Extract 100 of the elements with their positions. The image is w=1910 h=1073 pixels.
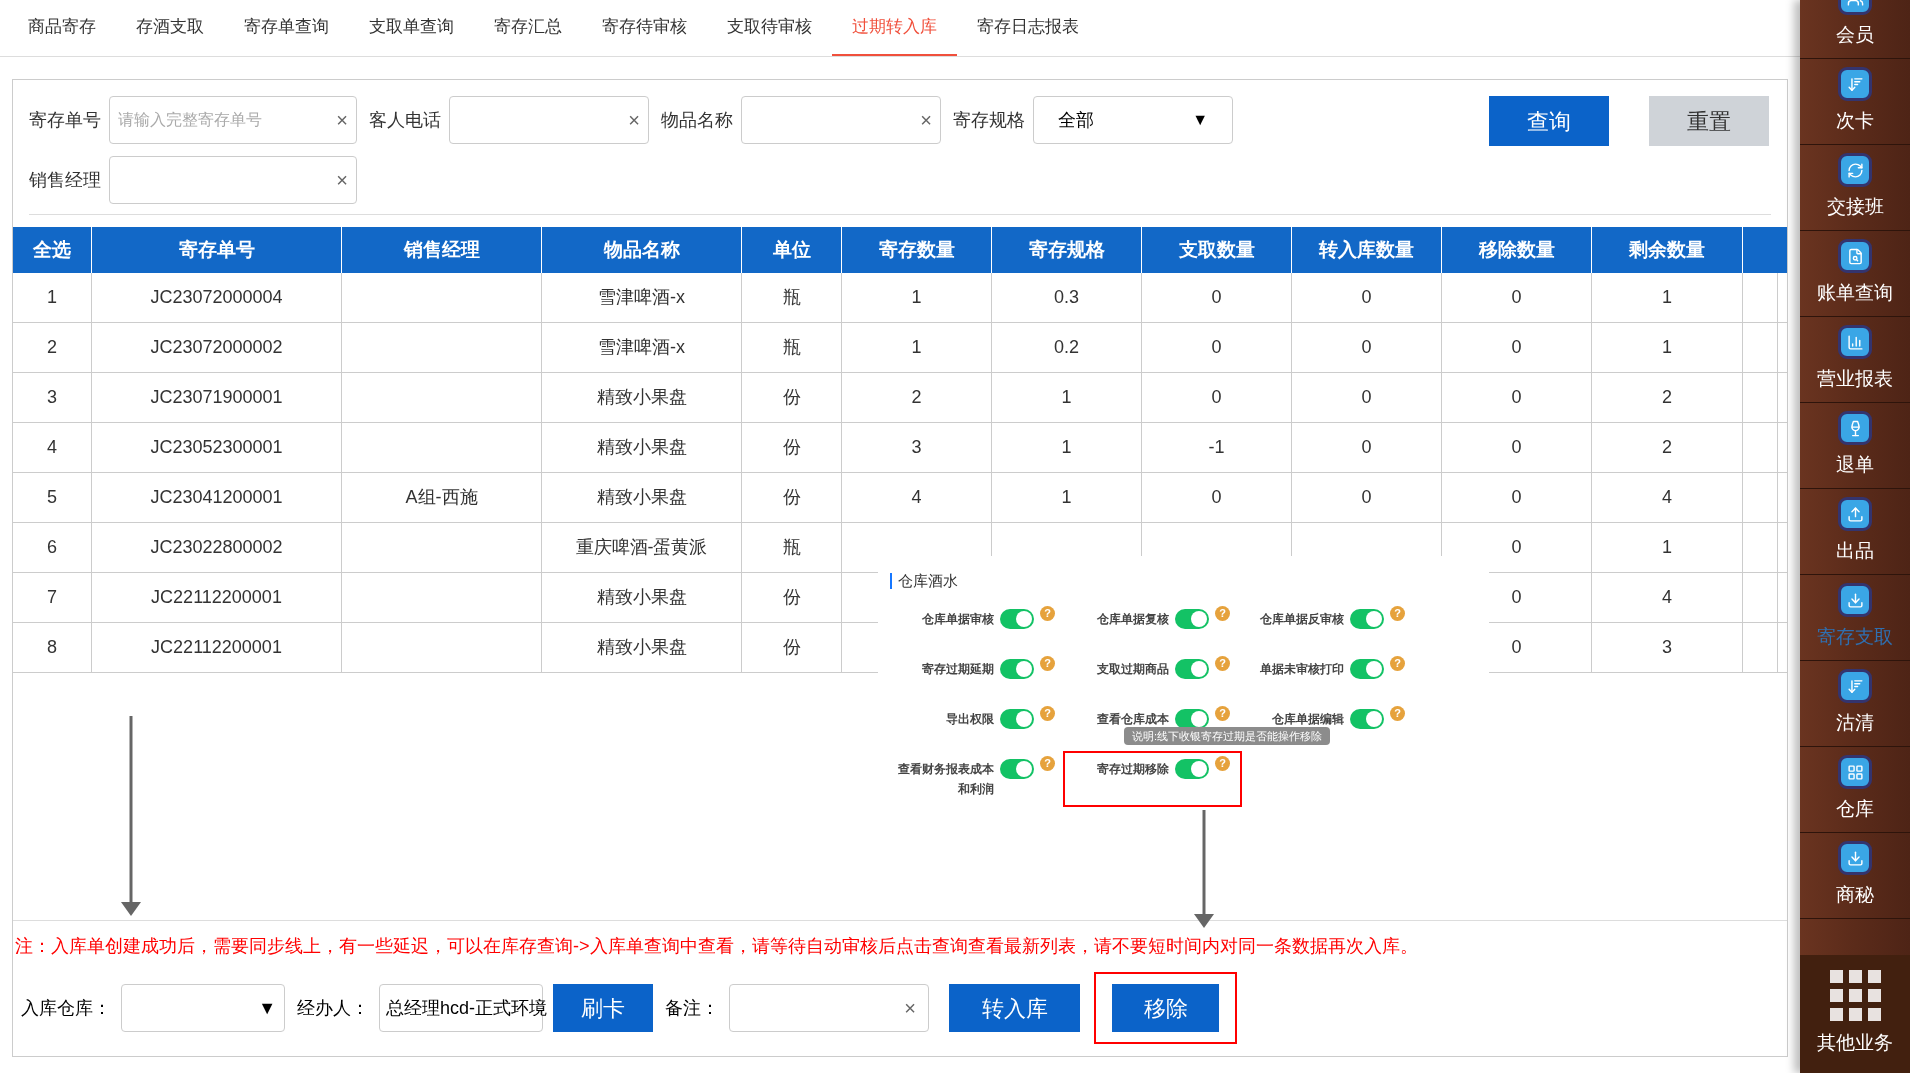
toggle-switch[interactable] xyxy=(1350,608,1384,629)
table-cell-text: 0.2 xyxy=(1054,336,1079,359)
column-header[interactable]: 全选 xyxy=(33,235,71,265)
setting-label: 寄存过期延期 xyxy=(921,660,994,678)
table-cell-text: 0 xyxy=(1511,436,1522,459)
table-cell-text: 4 xyxy=(1662,586,1672,609)
table-cell-text: 份 xyxy=(782,436,801,459)
tab[interactable]: 支取单查询 xyxy=(349,0,474,56)
sidebar-item[interactable]: 次卡 xyxy=(1800,59,1910,145)
sidebar-item[interactable]: 交接班 xyxy=(1800,145,1910,231)
table-cell-text: 0 xyxy=(1511,536,1522,559)
toggle-switch[interactable] xyxy=(1350,708,1384,729)
table-cell-text: 瓶 xyxy=(782,536,801,559)
field-label: 寄存单号 xyxy=(29,108,101,132)
reset-button[interactable]: 重置 xyxy=(1649,96,1769,146)
toggle-switch[interactable] xyxy=(1175,758,1209,779)
column-header: 物品名称 xyxy=(603,237,680,262)
setting-label: 单据未审核打印 xyxy=(1259,660,1344,678)
table-cell-text: 1 xyxy=(1061,436,1072,459)
toggle-switch[interactable] xyxy=(1175,658,1209,679)
input-field[interactable]: × xyxy=(449,96,649,144)
table-cell-text: 2 xyxy=(1662,436,1672,459)
field-label: 客人电话 xyxy=(369,108,441,132)
table-cell-text: 2 xyxy=(1662,386,1672,409)
setting-label: 导出权限 xyxy=(945,710,994,728)
select-field[interactable]: ▼ xyxy=(121,984,285,1032)
table-cell-text: 3 xyxy=(47,386,57,409)
sidebar-icon xyxy=(1838,755,1872,790)
toggle-switch[interactable] xyxy=(1175,708,1209,729)
table-cell-text: 1 xyxy=(1662,536,1672,559)
field-label: 备注： xyxy=(665,996,719,1020)
column-header: 单位 xyxy=(772,237,811,262)
field-label: 销售经理 xyxy=(29,168,101,192)
table-cell-text: 0 xyxy=(1361,386,1372,409)
table-cell-text: 雪津啤酒-x xyxy=(598,336,685,359)
table-cell-text: 3 xyxy=(911,436,922,459)
sidebar-item[interactable]: 退单 xyxy=(1800,403,1910,489)
sidebar-item[interactable]: 商秘 xyxy=(1800,833,1910,919)
table-cell-text: 1 xyxy=(1662,336,1672,359)
setting-label: 仓库单据复核 xyxy=(1096,610,1169,628)
input-field[interactable]: × xyxy=(729,984,929,1032)
tab[interactable]: 过期转入库 xyxy=(832,0,957,56)
sidebar-item[interactable]: 沽清 xyxy=(1800,661,1910,747)
table-cell-text: 6 xyxy=(47,536,57,559)
tab[interactable]: 支取待审核 xyxy=(707,0,832,56)
sidebar-item[interactable]: 账单查询 xyxy=(1800,231,1910,317)
sidebar-item[interactable]: 营业报表 xyxy=(1800,317,1910,403)
sidebar-item[interactable]: 仓库 xyxy=(1800,747,1910,833)
toggle-switch[interactable] xyxy=(1175,608,1209,629)
table-cell-text: JC23071900001 xyxy=(150,386,283,409)
tab[interactable]: 存酒支取 xyxy=(116,0,224,56)
toggle-switch[interactable] xyxy=(1000,758,1034,779)
tab[interactable]: 寄存日志报表 xyxy=(957,0,1099,56)
input-field[interactable]: 请输入完整寄存单号 × xyxy=(109,96,357,144)
tab[interactable]: 寄存待审核 xyxy=(582,0,707,56)
transfer-button[interactable]: 转入库 xyxy=(949,984,1080,1032)
table-cell-text: 0 xyxy=(1511,336,1522,359)
remove-button[interactable]: 移除 xyxy=(1112,984,1219,1032)
table-cell-text: 雪津啤酒-x xyxy=(598,286,685,309)
field-label: 入库仓库： xyxy=(21,996,111,1020)
toggle-switch[interactable] xyxy=(1000,608,1034,629)
table-cell-text: 份 xyxy=(782,386,801,409)
column-header: 销售经理 xyxy=(403,237,480,262)
input-field[interactable]: × xyxy=(109,156,357,204)
table-cell-text: 精致小果盘 xyxy=(596,386,687,409)
tab[interactable]: 寄存汇总 xyxy=(474,0,582,56)
swipe-card-button[interactable]: 刷卡 xyxy=(553,984,653,1032)
table-cell-text: 瓶 xyxy=(782,336,801,359)
query-button[interactable]: 查询 xyxy=(1489,96,1609,146)
sidebar-icon xyxy=(1838,411,1872,446)
table-cell-text: JC22112200001 xyxy=(151,586,282,609)
tab[interactable]: 商品寄存 xyxy=(8,0,116,56)
sidebar-item[interactable]: 出品 xyxy=(1800,489,1910,575)
sidebar-icon xyxy=(1838,669,1872,704)
setting-label: 仓库单据编辑 xyxy=(1271,710,1344,728)
toggle-switch[interactable] xyxy=(1000,658,1034,679)
sidebar-icon xyxy=(1838,841,1872,876)
sidebar-icon xyxy=(1838,153,1872,188)
tab[interactable]: 寄存单查询 xyxy=(224,0,349,56)
table-cell-text: 0 xyxy=(1211,286,1222,309)
table-cell-text: JC23072000004 xyxy=(150,286,283,309)
setting-label: 仓库单据审核 xyxy=(921,610,994,628)
table-cell-text: 1 xyxy=(911,286,922,309)
sidebar-icon xyxy=(1838,325,1872,360)
other-business-button[interactable]: 其他业务 xyxy=(1800,955,1910,1073)
column-header: 寄存数量 xyxy=(878,237,955,262)
table-cell-text: 精致小果盘 xyxy=(596,636,687,659)
input-field[interactable]: × xyxy=(741,96,941,144)
toggle-switch[interactable] xyxy=(1000,708,1034,729)
table-cell-text: 7 xyxy=(47,586,57,609)
column-header: 支取数量 xyxy=(1178,237,1255,262)
table-cell-text: 4 xyxy=(911,486,922,509)
field-label: 寄存规格 xyxy=(953,108,1025,132)
table-cell-text: 0 xyxy=(1511,386,1522,409)
sidebar-item[interactable]: 会员 xyxy=(1800,0,1910,59)
table-cell-text: 4 xyxy=(47,436,57,459)
table-cell-text: 2 xyxy=(47,336,57,359)
tooltip: 说明:线下收银寄存过期是否能操作移除 xyxy=(1124,727,1331,745)
select-field[interactable]: 全部 ▼ xyxy=(1033,96,1233,144)
toggle-switch[interactable] xyxy=(1350,658,1384,679)
